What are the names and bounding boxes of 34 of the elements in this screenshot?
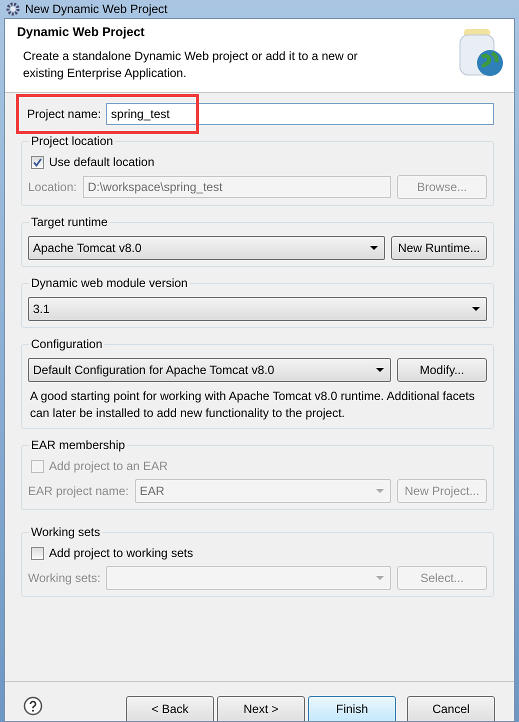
dropdown[interactable]: Apache Tomcat v8.0 (28, 236, 385, 260)
field-label: Project name: (27, 107, 102, 121)
configuration-description: A good starting point for working with Apache Tomcat v8.0 runtime. Additional facets can later be installed to add new functionality to the project. (29, 388, 476, 422)
help-icon[interactable] (23, 696, 43, 716)
page-description: Create a standalone Dynamic Web project or add it to a new or existing Enterprise Application. (22, 48, 359, 82)
page-title: Dynamic Web Project (17, 25, 146, 39)
button[interactable]: Modify... (397, 358, 487, 382)
dropdown[interactable]: 3.1 (28, 297, 487, 321)
group-title: Project location (29, 134, 116, 149)
field-label: Working sets: (28, 571, 100, 585)
caret-icon (370, 246, 378, 250)
button[interactable]: Finish (308, 696, 396, 721)
group-title: EAR membership (29, 438, 128, 453)
button[interactable]: Next > (217, 696, 305, 721)
field-label: Location: (28, 180, 77, 194)
input-field[interactable]: spring_test (106, 103, 494, 125)
caret-icon (376, 368, 384, 372)
caret-icon (472, 307, 480, 311)
button[interactable]: < Back (126, 696, 214, 721)
button[interactable]: New Runtime... (390, 236, 487, 260)
button[interactable]: Cancel (407, 696, 495, 721)
group-title: Configuration (29, 337, 104, 352)
checkbox[interactable]: Add project to working sets (28, 546, 487, 560)
window-title: New Dynamic Web Project (25, 2, 168, 16)
group-title: Working sets (29, 525, 102, 540)
group-title: Target runtime (29, 215, 110, 230)
caret-icon (376, 489, 384, 493)
gear-icon (6, 2, 20, 16)
field-label: EAR project name: (28, 484, 129, 498)
caret-icon (376, 576, 384, 580)
group-title: Dynamic web module version (29, 276, 190, 291)
checkbox[interactable]: Use default location (28, 155, 487, 169)
dropdown[interactable]: Default Configuration for Apache Tomcat v8.0 (28, 358, 391, 382)
checkmark-icon (33, 158, 42, 166)
